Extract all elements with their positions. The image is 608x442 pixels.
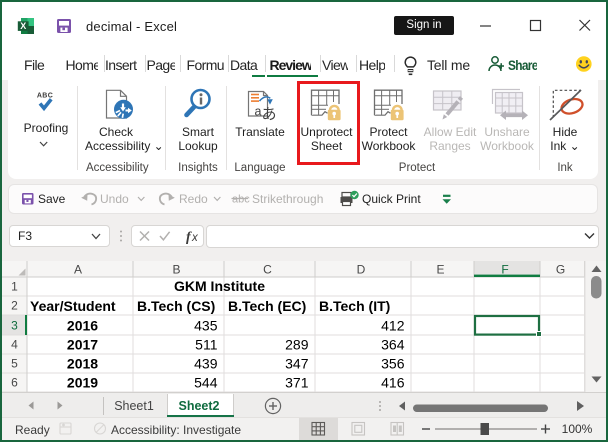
svg-text:6: 6 [11,376,18,390]
svg-text:Strikethrough: Strikethrough [252,192,323,206]
svg-text:2019: 2019 [67,375,98,391]
svg-text:X: X [20,21,26,31]
svg-text:2016: 2016 [67,318,98,334]
svg-text:511: 511 [195,337,218,353]
svg-text:Sheet2: Sheet2 [179,399,220,413]
svg-text:B.Tech (EC): B.Tech (EC) [228,298,306,314]
svg-text:あ: あ [262,106,277,123]
svg-text:289: 289 [285,337,309,353]
svg-text:F: F [501,263,508,277]
svg-text:2: 2 [11,299,18,313]
svg-text:Sheet1: Sheet1 [114,399,154,413]
svg-text:x: x [191,232,199,244]
svg-text:abc: abc [232,194,250,206]
svg-text:Undo: Undo [100,192,129,206]
svg-text:5: 5 [11,357,18,371]
svg-text:C: C [263,263,272,277]
svg-text:1: 1 [11,280,18,294]
svg-text:100%: 100% [562,422,593,436]
svg-text:4: 4 [11,338,18,352]
svg-text:347: 347 [285,356,309,372]
svg-text:416: 416 [381,375,405,391]
svg-text:544: 544 [194,375,218,391]
svg-text:G: G [556,263,565,277]
svg-text:a: a [255,105,262,119]
svg-text:D: D [357,263,366,277]
svg-text:A: A [74,263,82,277]
svg-text:2018: 2018 [67,356,98,372]
svg-text:Quick Print: Quick Print [362,192,421,206]
svg-text:Redo: Redo [179,192,208,206]
svg-text:B.Tech (IT): B.Tech (IT) [319,298,390,314]
svg-text:412: 412 [381,318,405,334]
svg-text:364: 364 [381,337,405,353]
svg-text:ABC: ABC [37,93,53,100]
svg-text:2017: 2017 [67,337,98,353]
svg-text:B.Tech (CS): B.Tech (CS) [137,298,215,314]
svg-text:GKM Institute: GKM Institute [174,278,265,294]
svg-text:435: 435 [194,318,218,334]
svg-text:B: B [172,263,180,277]
svg-text:371: 371 [285,375,309,391]
svg-text:Year/Student: Year/Student [30,298,116,314]
svg-text:3: 3 [11,319,18,333]
svg-text:356: 356 [381,356,405,372]
svg-text:E: E [436,263,444,277]
svg-text:439: 439 [194,356,218,372]
svg-text:Save: Save [38,192,66,206]
